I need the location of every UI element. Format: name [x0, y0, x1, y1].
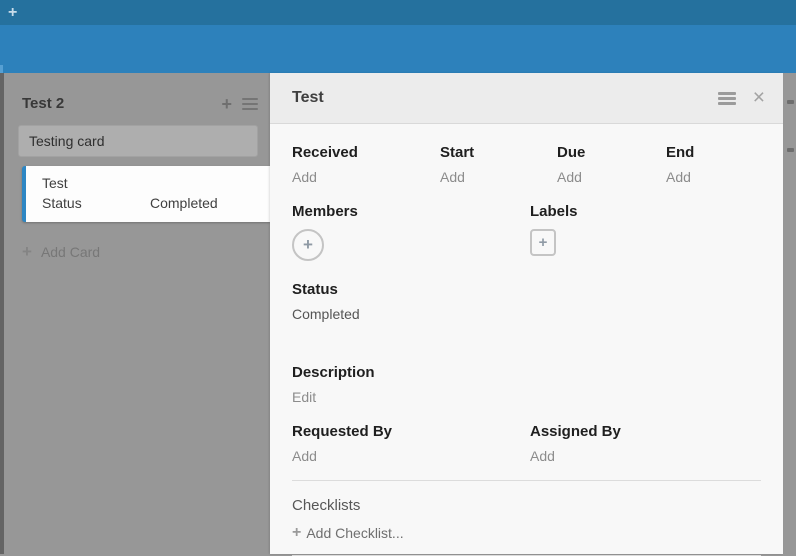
date-field-start: Start Add — [440, 144, 557, 186]
card-details-header: Test × — [270, 73, 783, 124]
card-details-body: Received Add Start Add Due Add End Add — [270, 144, 783, 556]
requested-by-section: Requested By Add — [292, 423, 530, 465]
plus-icon: + — [539, 234, 548, 251]
requested-by-add-link[interactable]: Add — [292, 448, 530, 465]
description-label: Description — [292, 364, 761, 382]
checklists-section: Checklists + Add Checklist... — [292, 497, 761, 542]
card-title: Testing card — [29, 133, 104, 149]
members-label: Members — [292, 203, 530, 221]
description-edit-link[interactable]: Edit — [292, 389, 761, 406]
card-details-title: Test — [292, 89, 718, 107]
plus-icon: + — [22, 242, 32, 262]
sidebar-toggle-nub — [0, 65, 3, 73]
plus-icon: + — [303, 235, 313, 255]
assigned-by-section: Assigned By Add — [530, 423, 761, 465]
clipped-list-icon-mark — [787, 148, 794, 152]
date-label: Received — [292, 144, 440, 162]
card-title: Test — [42, 175, 258, 191]
card-test-selected[interactable]: Test Status Completed — [22, 166, 270, 222]
date-field-end: End Add — [666, 144, 761, 186]
card-field-row: Status Completed — [42, 195, 258, 211]
description-section: Description Edit — [292, 364, 761, 406]
labels-label: Labels — [530, 203, 761, 221]
next-list-clipped — [783, 73, 796, 554]
requested-assigned-row: Requested By Add Assigned By Add — [292, 423, 761, 465]
card-details-panel: Test × Received Add Start Add Due Add — [270, 73, 783, 554]
members-section: Members + — [292, 203, 530, 261]
list-header: Test 2 + — [4, 73, 270, 112]
checklists-label: Checklists — [292, 497, 761, 515]
date-add-link[interactable]: Add — [557, 169, 666, 186]
dates-row: Received Add Start Add Due Add End Add — [292, 144, 761, 186]
requested-by-label: Requested By — [292, 423, 530, 441]
add-member-button[interactable]: + — [292, 229, 324, 261]
status-section: Status Completed — [292, 281, 761, 323]
labels-section: Labels + — [530, 203, 761, 261]
date-add-link[interactable]: Add — [292, 169, 440, 186]
card-testing-card[interactable]: Testing card — [18, 125, 258, 157]
add-card-button[interactable]: + Add Card — [22, 242, 270, 262]
list-test-2: Test 2 + Testing card Test Status Comple… — [4, 73, 270, 554]
top-navbar: + — [0, 0, 796, 25]
date-field-received: Received Add — [292, 144, 440, 186]
add-label-button[interactable]: + — [530, 229, 556, 256]
add-board-icon[interactable]: + — [8, 1, 17, 24]
list-title: Test 2 — [22, 95, 221, 112]
status-value[interactable]: Completed — [292, 306, 761, 323]
assigned-by-label: Assigned By — [530, 423, 761, 441]
date-field-due: Due Add — [557, 144, 666, 186]
board-canvas: Test 2 + Testing card Test Status Comple… — [0, 73, 796, 554]
plus-icon: + — [292, 524, 301, 542]
section-divider — [292, 480, 761, 481]
card-field-label: Status — [42, 195, 150, 211]
assigned-by-add-link[interactable]: Add — [530, 448, 761, 465]
members-labels-row: Members + Labels + — [292, 203, 761, 261]
date-label: End — [666, 144, 761, 162]
date-add-link[interactable]: Add — [666, 169, 761, 186]
list-add-card-icon[interactable]: + — [221, 97, 232, 111]
list-menu-icon[interactable] — [242, 98, 258, 110]
date-label: Start — [440, 144, 557, 162]
add-checklist-button[interactable]: + Add Checklist... — [292, 524, 761, 542]
card-field-value: Completed — [150, 195, 218, 211]
date-add-link[interactable]: Add — [440, 169, 557, 186]
date-label: Due — [557, 144, 666, 162]
add-checklist-label: Add Checklist... — [306, 525, 403, 541]
status-label: Status — [292, 281, 761, 299]
close-icon[interactable]: × — [753, 89, 765, 107]
clipped-list-icon-mark — [787, 100, 794, 104]
card-details-menu-icon[interactable] — [718, 92, 736, 105]
add-card-label: Add Card — [41, 244, 100, 260]
board-header-bar — [0, 25, 796, 73]
